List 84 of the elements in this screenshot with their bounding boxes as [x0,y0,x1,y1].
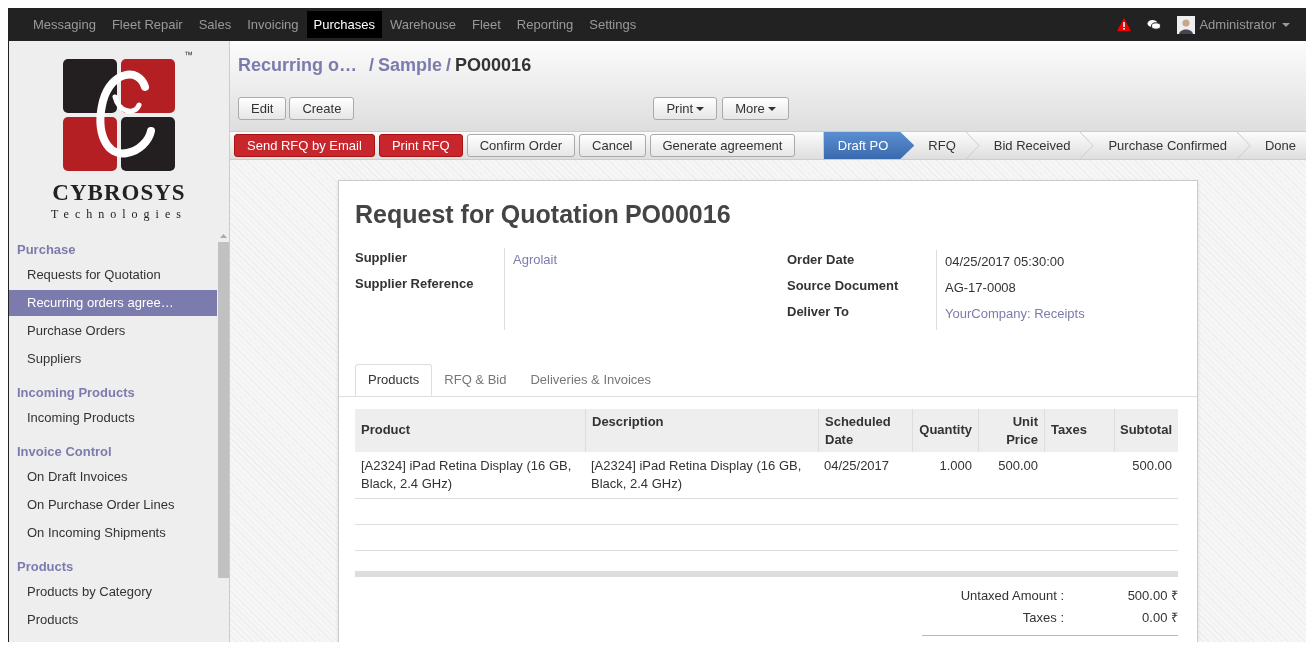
table-cell-text: [A2324] iPad Retina Display (16 GB, Black, 2.4 GHz) [590,456,803,493]
view-button[interactable]: Create [289,97,355,120]
logo-name: CYBROSYS [52,181,186,205]
table-cell-text: [A2324] iPad Retina Display (16 GB, Black, 2.4 GHz) [360,456,573,493]
column-header[interactable]: Taxes [1044,408,1114,452]
trademark-symbol: ™ [184,49,193,62]
caret-icon [767,106,776,111]
field-value: AG-17-0008 [945,278,1017,297]
table-cell-text: 1.000 [938,456,973,475]
dropdown-button[interactable]: Print [653,97,718,120]
field-label: Deliver To [787,302,850,321]
menu-tab[interactable]: Sales [190,11,240,38]
menu-tab[interactable]: Purchases [306,11,382,38]
field-value-link[interactable]: YourCompany: Receipts [945,303,1085,330]
menu-tab[interactable]: Reporting [508,11,582,38]
workflow-button[interactable]: Print RFQ [378,134,463,157]
avatar-icon [1177,15,1196,34]
field-label: Supplier Reference [355,274,475,293]
sidebar-item[interactable]: Products by Category [9,579,217,605]
breadcrumb-link[interactable]: Recurring o… [238,51,357,79]
table-cell-text: 04/25/2017 [823,456,891,475]
user-menu[interactable]: Administrator [1199,14,1290,35]
sidebar-item[interactable]: Purchase Orders [9,318,217,344]
menu-tab[interactable]: Settings [581,11,645,38]
breadcrumb-current: PO00016 [455,53,532,77]
column-header[interactable]: Product [355,408,585,452]
total-value: 0.00 ₹ [1141,608,1178,627]
sidebar-section-title: Products [16,557,75,576]
sidebar-section-title: Invoice Control [16,442,113,461]
menu-tab[interactable]: Fleet [463,11,509,38]
column-header[interactable]: Unit Price [978,408,1044,452]
column-header[interactable]: Quantity [912,408,978,452]
scrollbar-thumb[interactable] [217,242,229,578]
warning-icon[interactable] [1117,18,1132,31]
order-number: PO00016 [624,199,731,230]
stage-step: Draft PO [823,132,915,159]
stage-step: Purchase Confirmed [1094,132,1237,159]
sidebar-item[interactable]: Products [9,607,217,633]
chat-icon[interactable] [1147,18,1162,31]
table-cell-text: 500.00 [997,456,1039,475]
logo-tagline: Technologies [51,206,187,223]
form-tab[interactable]: Products [355,363,433,396]
stage-step: Bid Received [979,132,1081,159]
form-tab[interactable]: RFQ & Bid [432,363,519,396]
workflow-button[interactable]: Send RFQ by Email [234,134,375,157]
total-value: 500.00 ₹ [1126,586,1178,605]
menu-tab[interactable]: Invoicing [239,11,307,38]
sidebar-section-title: Purchase [16,240,77,259]
field-label: Order Date [787,250,856,269]
sidebar-item[interactable]: On Draft Invoices [9,464,217,490]
form-tab[interactable]: Deliveries & Invoices [518,363,664,396]
total-label: Untaxed Amount : [959,586,1064,605]
column-header[interactable]: Scheduled Date [818,408,912,452]
sidebar-item[interactable]: Incoming Products [9,405,217,431]
sidebar-item[interactable]: On Purchase Order Lines [9,492,217,518]
breadcrumb-separator: / [369,53,375,77]
breadcrumb-link[interactable]: Sample [378,51,443,79]
menu-tab[interactable]: Warehouse [381,11,464,38]
field-value: 04/25/2017 05:30:00 [945,252,1066,271]
menu-tab[interactable]: Messaging [25,11,104,38]
dropdown-button[interactable]: More [722,97,789,120]
stage-step: Done [1250,132,1306,159]
table-cell-text: 500.00 [1131,456,1173,475]
workflow-button[interactable]: Cancel [579,134,646,157]
breadcrumb-separator: / [446,53,452,77]
caret-icon [1282,22,1290,27]
menu-tab[interactable]: Fleet Repair [103,11,191,38]
caret-icon [696,106,705,111]
sidebar-item[interactable]: On Incoming Shipments [9,520,217,546]
view-button[interactable]: Edit [238,97,287,120]
field-label: Source Document [787,276,900,295]
column-header[interactable]: Description [585,408,818,452]
sidebar-section-title: Incoming Products [16,383,136,402]
sidebar-item[interactable]: Recurring orders agree… [9,290,217,316]
column-header[interactable]: Subtotal [1114,408,1178,452]
sidebar-item[interactable]: Requests for Quotation [9,262,217,288]
field-value-link[interactable]: Agrolait [513,249,558,276]
form-title: Request for Quotation [355,199,619,230]
total-label: Taxes : [1021,608,1064,627]
workflow-button[interactable]: Confirm Order [466,134,576,157]
sidebar-item[interactable]: Suppliers [9,346,217,372]
stage-step: RFQ [914,132,966,159]
workflow-button[interactable]: Generate agreement [649,134,796,157]
field-label: Supplier [355,248,408,267]
